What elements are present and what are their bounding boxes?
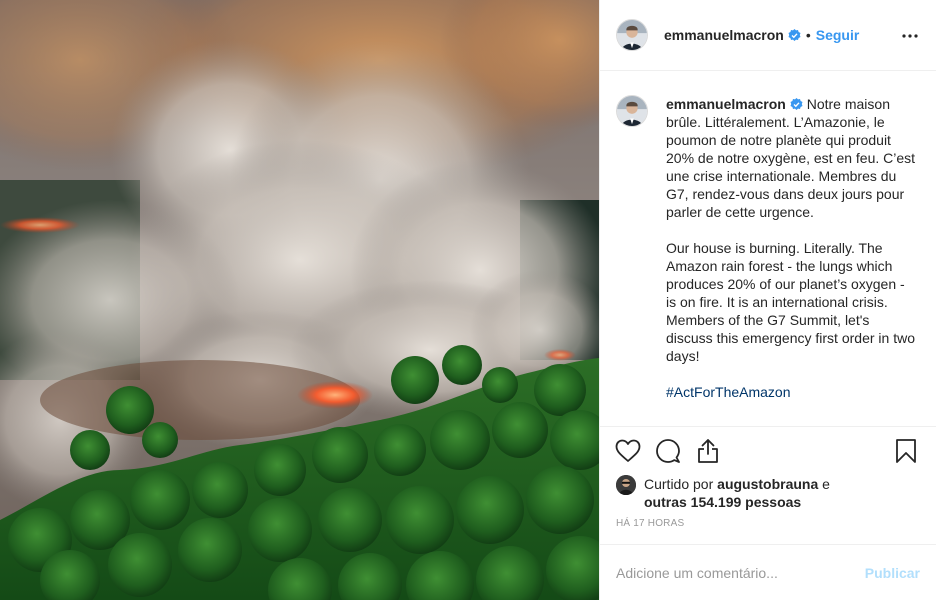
liker-username[interactable]: augustobrauna bbox=[717, 476, 818, 492]
caption-username[interactable]: emmanuelmacron bbox=[666, 96, 786, 112]
comments-section: emmanuelmacron Notre maison brûle. Litté… bbox=[600, 71, 936, 427]
caption-text-english: Our house is burning. Literally. The Ama… bbox=[666, 240, 915, 364]
post-photo[interactable] bbox=[0, 0, 599, 600]
caption-author-avatar[interactable] bbox=[616, 95, 648, 127]
hashtag-link[interactable]: #ActForTheAmazon bbox=[666, 383, 916, 401]
comment-icon[interactable] bbox=[654, 437, 682, 465]
caption-text-french: Notre maison brûle. Littéralement. L’Ama… bbox=[666, 96, 916, 220]
author-username[interactable]: emmanuelmacron bbox=[664, 27, 784, 43]
separator-dot: • bbox=[805, 27, 811, 43]
verified-badge-icon bbox=[788, 28, 801, 42]
likes-count[interactable]: outras 154.199 pessoas bbox=[644, 494, 801, 510]
post-header: emmanuelmacron • Seguir bbox=[600, 0, 936, 71]
follow-button[interactable]: Seguir bbox=[816, 27, 860, 43]
more-options-icon[interactable] bbox=[900, 26, 920, 46]
bookmark-icon[interactable] bbox=[892, 437, 920, 465]
likes-text: Curtido por augustobrauna e outras 154.1… bbox=[644, 475, 830, 511]
caption-row: emmanuelmacron Notre maison brûle. Litté… bbox=[616, 95, 920, 401]
add-comment-bar: Publicar bbox=[600, 544, 936, 600]
amazon-fire-photo bbox=[0, 0, 599, 600]
post-side-panel: emmanuelmacron • Seguir emmanuelmacron N… bbox=[599, 0, 936, 600]
post-timestamp[interactable]: HÁ 17 HORAS bbox=[600, 515, 936, 544]
liked-by-prefix: Curtido por bbox=[644, 476, 714, 492]
share-icon[interactable] bbox=[694, 437, 722, 465]
post-caption: emmanuelmacron Notre maison brûle. Litté… bbox=[666, 95, 916, 401]
author-avatar[interactable] bbox=[616, 19, 648, 51]
liker-avatar[interactable] bbox=[616, 475, 636, 495]
instagram-post: emmanuelmacron • Seguir emmanuelmacron N… bbox=[0, 0, 936, 600]
comment-input[interactable] bbox=[616, 564, 865, 581]
liked-by-conj: e bbox=[822, 476, 830, 492]
publish-button[interactable]: Publicar bbox=[865, 565, 920, 581]
caption-verified-badge-icon bbox=[790, 97, 803, 110]
likes-summary: Curtido por augustobrauna e outras 154.1… bbox=[600, 475, 936, 515]
heart-icon[interactable] bbox=[614, 437, 642, 465]
action-bar bbox=[600, 427, 936, 475]
